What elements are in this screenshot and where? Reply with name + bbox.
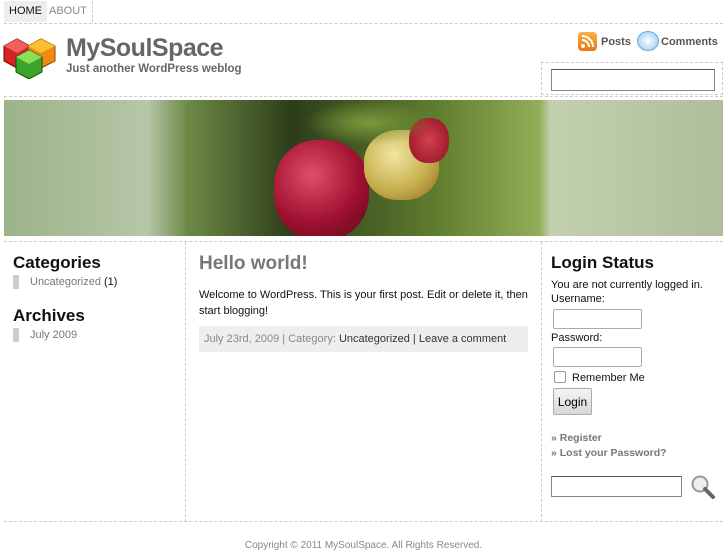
post-body: Welcome to WordPress. This is your first… (199, 289, 528, 317)
divider (185, 242, 186, 522)
category-link[interactable]: Uncategorized (339, 333, 410, 345)
leave-comment-link[interactable]: Leave a comment (419, 333, 506, 345)
footer-copyright: Copyright © 2011 MySoulSpace. All Rights… (244, 540, 483, 551)
comments-bubble-icon[interactable] (637, 31, 659, 51)
password-label: Password: (551, 332, 603, 344)
posts-feed-link[interactable]: Posts (601, 36, 631, 48)
categories-heading: Categories (13, 253, 101, 272)
register-link[interactable]: » Register (551, 432, 602, 444)
search-magnifier-icon[interactable] (690, 474, 716, 500)
header-banner-image (4, 100, 723, 236)
post-title[interactable]: Hello world! (199, 253, 308, 275)
post-meta: July 23rd, 2009 | Category: Uncategorize… (199, 326, 528, 352)
header-search (541, 62, 723, 95)
divider (4, 521, 723, 522)
login-heading: Login Status (551, 253, 654, 272)
username-input[interactable] (553, 309, 642, 329)
divider (4, 23, 723, 24)
divider (541, 242, 542, 522)
remember-checkbox[interactable] (554, 371, 566, 383)
site-title[interactable]: MySoulSpace (66, 34, 224, 63)
category-link[interactable]: Uncategorized (1) (13, 275, 117, 289)
sidebar-search-input[interactable] (551, 476, 682, 497)
login-status: You are not currently logged in. (551, 279, 703, 291)
login-button[interactable]: Login (553, 388, 592, 415)
divider (4, 241, 723, 242)
logo-cubes-icon (3, 38, 56, 79)
lost-password-link[interactable]: » Lost your Password? (551, 447, 667, 459)
divider (4, 96, 723, 97)
password-input[interactable] (553, 347, 642, 367)
nav-home[interactable]: HOME (4, 1, 47, 22)
archives-heading: Archives (13, 306, 85, 325)
rss-icon[interactable] (578, 32, 597, 51)
username-label: Username: (551, 293, 605, 305)
archive-link[interactable]: July 2009 (13, 328, 77, 342)
header-search-input[interactable] (551, 69, 715, 91)
remember-label: Remember Me (572, 372, 645, 384)
comments-feed-link[interactable]: Comments (661, 36, 718, 48)
site-tagline: Just another WordPress weblog (66, 63, 242, 75)
nav-about[interactable]: ABOUT (44, 1, 93, 22)
